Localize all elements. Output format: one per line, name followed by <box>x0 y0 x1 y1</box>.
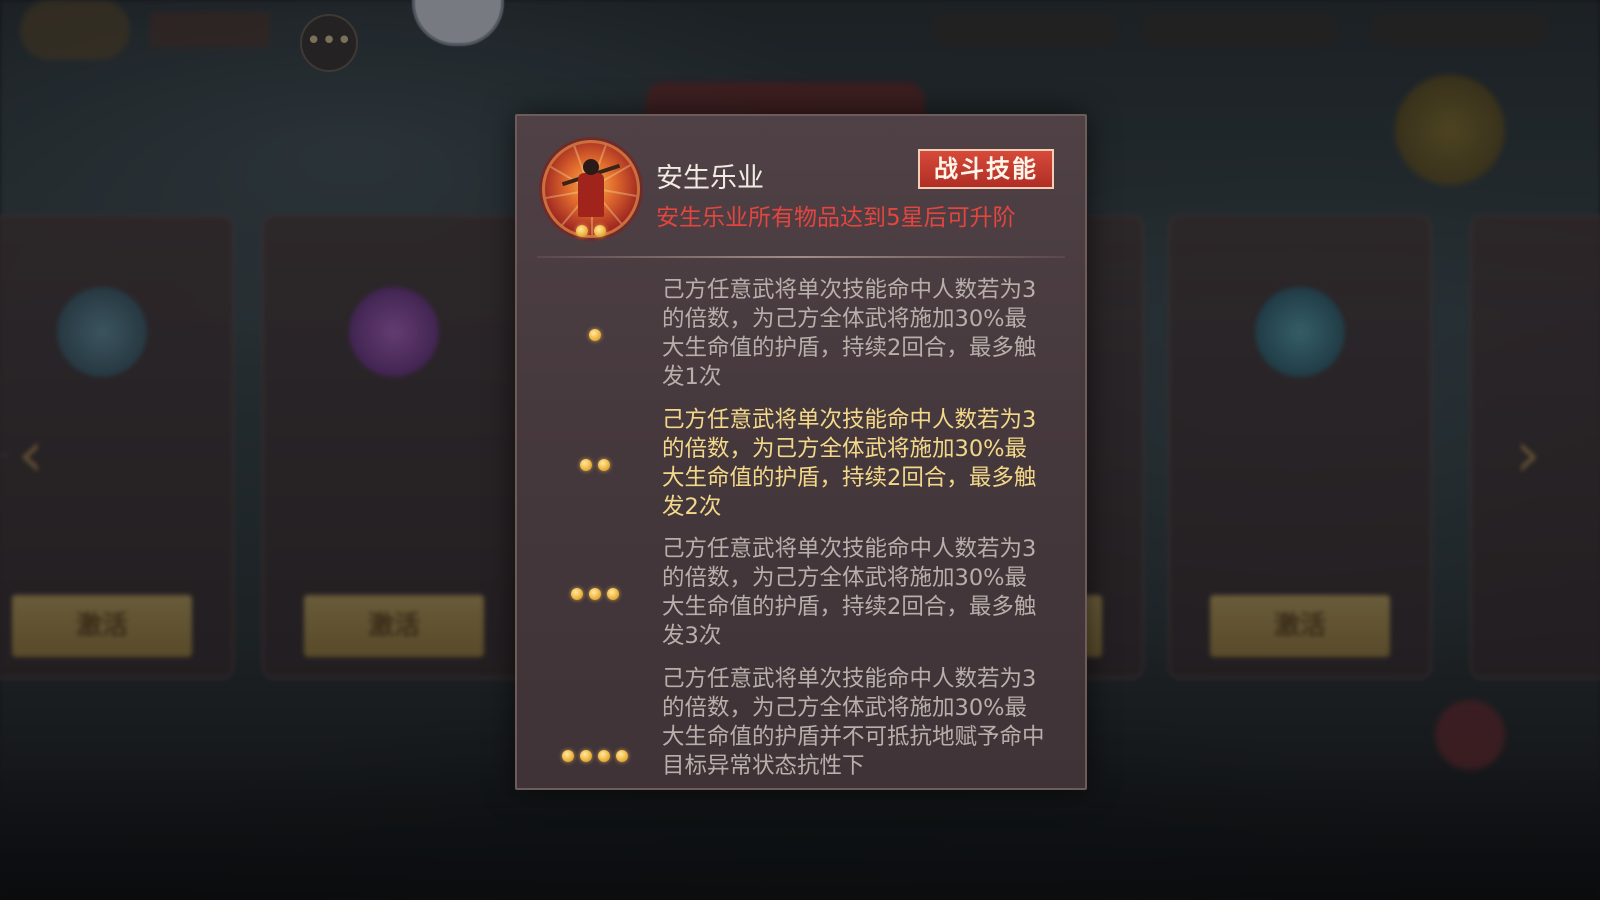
star-icon <box>594 225 606 237</box>
tier-row-4: 己方任意武将单次技能命中人数若为3的倍数，为己方全体武将施加30%最大生命值的护… <box>517 665 1085 785</box>
divider <box>537 256 1065 258</box>
skill-name: 安生乐业 <box>656 163 764 194</box>
tier-stars <box>555 585 635 604</box>
tier-description: 己方任意武将单次技能命中人数若为3的倍数，为己方全体武将施加30%最大生命值的护… <box>662 277 1037 390</box>
tier-description: 己方任意武将单次技能命中人数若为3的倍数，为己方全体武将施加30%最大生命值的护… <box>662 666 1045 779</box>
skill-star-rating <box>573 222 609 241</box>
tier-stars <box>555 747 635 766</box>
tier-stars <box>555 326 635 345</box>
skill-type-badge: 战斗技能 <box>918 149 1054 189</box>
star-icon <box>576 225 588 237</box>
tier-stars <box>555 456 635 475</box>
skill-detail-panel: 安生乐业 战斗技能 安生乐业所有物品达到5星后可升阶 己方任意武将单次技能命中人… <box>515 114 1087 790</box>
tier-description: 己方任意武将单次技能命中人数若为3的倍数，为己方全体武将施加30%最大生命值的护… <box>662 407 1037 520</box>
tier-row-3: 己方任意武将单次技能命中人数若为3的倍数，为己方全体武将施加30%最大生命值的护… <box>517 535 1085 655</box>
tier-row-2: 己方任意武将单次技能命中人数若为3的倍数，为己方全体武将施加30%最大生命值的护… <box>517 406 1085 526</box>
upgrade-requirement-note: 安生乐业所有物品达到5星后可升阶 <box>656 205 1016 231</box>
tier-row-1: 己方任意武将单次技能命中人数若为3的倍数，为己方全体武将施加30%最大生命值的护… <box>517 276 1085 396</box>
tier-description: 己方任意武将单次技能命中人数若为3的倍数，为己方全体武将施加30%最大生命值的护… <box>662 536 1037 649</box>
